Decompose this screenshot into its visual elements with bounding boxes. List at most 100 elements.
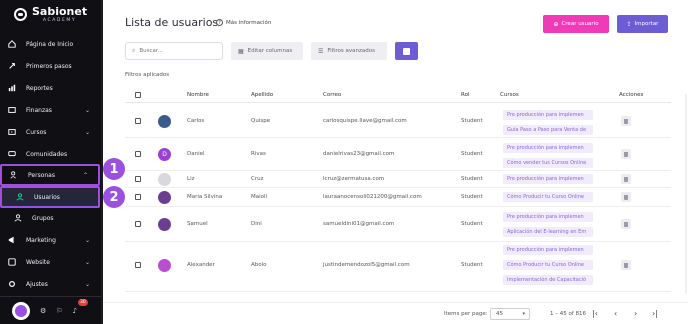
previous-page-button[interactable]: ‹ bbox=[614, 309, 617, 318]
column-header-rol[interactable]: Rol bbox=[461, 92, 469, 98]
course-tag: Pre producción para implemen bbox=[503, 174, 593, 184]
wallet-icon bbox=[8, 106, 16, 114]
bell-icon[interactable]: ♪ bbox=[73, 307, 77, 315]
sidebar-item-usuarios[interactable]: Usuarios bbox=[0, 186, 100, 208]
filter-icon: ☰ bbox=[318, 47, 324, 55]
import-button[interactable]: ⇪ Importar bbox=[617, 15, 668, 33]
edit-columns-label: Editar columnas bbox=[247, 48, 293, 54]
sidebar-item-reportes[interactable]: Reportes bbox=[0, 79, 100, 97]
column-header-cursos[interactable]: Cursos bbox=[500, 92, 519, 98]
settings-icon[interactable]: ⚙ bbox=[40, 307, 46, 315]
sidebar-item-label: Página de Inicio bbox=[26, 40, 74, 48]
more-info-link[interactable]: ? Más información bbox=[216, 19, 271, 26]
row-checkbox[interactable] bbox=[135, 262, 141, 268]
next-page-button[interactable]: › bbox=[634, 309, 637, 318]
help-icon[interactable]: ⚐ bbox=[56, 307, 62, 315]
cell-rol: Student bbox=[461, 262, 483, 268]
table-row[interactable]: D Daniel Rivas danielrivas23@gmail.com S… bbox=[125, 138, 671, 171]
account-avatar[interactable] bbox=[12, 301, 30, 320]
sidebar-item-cursos[interactable]: Cursos ⌄ bbox=[0, 123, 100, 141]
column-header-apellido[interactable]: Apellido bbox=[251, 92, 273, 98]
globe-icon bbox=[8, 258, 16, 266]
cell-correo: lauraanocensoli021200@gmail.com bbox=[323, 194, 422, 200]
sidebar-item-marketing[interactable]: Marketing ⌄ bbox=[0, 231, 100, 249]
table-row[interactable]: Carlos Quispe carlosquispe.llave@gmail.c… bbox=[125, 105, 671, 138]
sidebar-item-personas[interactable]: Personas ⌃ bbox=[0, 164, 100, 186]
create-user-button[interactable]: ⊕ Crear usuario bbox=[543, 15, 609, 33]
cell-rol: Student bbox=[461, 176, 483, 182]
column-header-nombre[interactable]: Nombre bbox=[187, 92, 209, 98]
column-header-acciones[interactable]: Acciones bbox=[619, 92, 643, 98]
rocket-icon bbox=[8, 62, 16, 70]
advanced-filters-label: Filtros avanzados bbox=[327, 48, 375, 54]
row-checkbox[interactable] bbox=[135, 194, 141, 200]
select-all-checkbox[interactable] bbox=[135, 92, 141, 98]
cell-nombre: Maria Silvina bbox=[187, 194, 223, 200]
table-scrollbar[interactable] bbox=[685, 94, 687, 294]
page-range: 1 – 45 of 816 bbox=[550, 311, 587, 317]
avatar: D bbox=[158, 148, 171, 161]
items-per-page-label: Items per page: bbox=[444, 311, 488, 317]
page-title: Lista de usuarios bbox=[125, 16, 219, 29]
delete-icon[interactable] bbox=[621, 219, 631, 229]
cell-correo: samueldini01@gmail.com bbox=[323, 221, 395, 227]
save-icon bbox=[403, 47, 410, 55]
sidebar-item-grupos[interactable]: Grupos bbox=[0, 209, 100, 227]
user-icon bbox=[16, 193, 24, 201]
save-filter-button[interactable] bbox=[395, 42, 418, 60]
course-tag: Cómo Producir tu Curso Online bbox=[503, 192, 593, 202]
last-page-button[interactable]: ›| bbox=[652, 309, 658, 318]
sidebar-item-label: Ajustes bbox=[26, 280, 48, 288]
sidebar-item-inicio[interactable]: Página de Inicio bbox=[0, 35, 100, 53]
search-input[interactable] bbox=[139, 48, 210, 54]
sidebar-item-ajustes[interactable]: Ajustes ⌄ bbox=[0, 275, 100, 293]
sidebar-item-label: Reportes bbox=[26, 84, 53, 92]
table-row[interactable]: Samuel Dini samueldini01@gmail.com Stude… bbox=[125, 207, 671, 242]
delete-icon[interactable] bbox=[621, 260, 631, 270]
delete-icon[interactable] bbox=[621, 149, 631, 159]
sidebar-item-primeros-pasos[interactable]: Primeros pasos bbox=[0, 57, 100, 75]
chevron-down-icon: ⌄ bbox=[84, 106, 90, 114]
sidebar-item-finanzas[interactable]: Finanzas ⌄ bbox=[0, 101, 100, 119]
cell-nombre: Liz bbox=[187, 176, 195, 182]
brand-name: Sabionet bbox=[32, 5, 88, 18]
avatar bbox=[158, 173, 171, 186]
chat-icon bbox=[8, 150, 16, 158]
avatar bbox=[158, 218, 171, 231]
column-header-correo[interactable]: Correo bbox=[323, 92, 341, 98]
cell-apellido: Rivas bbox=[251, 151, 266, 157]
chevron-down-icon: ⌄ bbox=[84, 280, 90, 288]
row-checkbox[interactable] bbox=[135, 118, 141, 124]
advanced-filters-button[interactable]: ☰ Filtros avanzados bbox=[311, 42, 387, 60]
delete-icon[interactable] bbox=[621, 116, 631, 126]
course-tag: Aplicación del E-learning en Em bbox=[503, 227, 593, 237]
sidebar-item-comunidades[interactable]: Comunidades bbox=[0, 145, 100, 163]
gear-icon bbox=[8, 280, 16, 288]
columns-icon: ▦ bbox=[238, 47, 244, 55]
table-row[interactable]: Alexander Abolo justindemendozol5@gmail.… bbox=[125, 242, 671, 292]
cell-apellido: Cruz bbox=[251, 176, 264, 182]
table-header: Nombre Apellido Correo Rol Cursos Accion… bbox=[125, 88, 671, 103]
row-checkbox[interactable] bbox=[135, 151, 141, 157]
row-checkbox[interactable] bbox=[135, 176, 141, 182]
cell-apellido: Abolo bbox=[251, 262, 267, 268]
delete-icon[interactable] bbox=[621, 174, 631, 184]
course-tag: Pre producción para implemen bbox=[503, 143, 593, 153]
items-per-page-select[interactable]: 45 ▾ bbox=[490, 308, 530, 320]
first-page-button[interactable]: |‹ bbox=[592, 309, 598, 318]
brand-logo[interactable]: Sabionet ACADEMY bbox=[14, 6, 87, 23]
edit-columns-button[interactable]: ▦ Editar columnas bbox=[231, 42, 303, 60]
table-row[interactable]: Maria Silvina Maiolí lauraanocensoli0212… bbox=[125, 188, 671, 207]
home-icon bbox=[8, 40, 16, 48]
sidebar-item-label: Usuarios bbox=[34, 193, 60, 201]
table-row[interactable]: Liz Cruz lcruz@zermatusa.com Student Pre… bbox=[125, 171, 671, 188]
search-box[interactable]: ⌕ bbox=[125, 42, 223, 60]
course-tag: Pre producción para implemen bbox=[503, 212, 593, 222]
filters-applied-label: Filtros aplicados bbox=[125, 72, 170, 78]
create-user-label: Crear usuario bbox=[561, 21, 599, 27]
sidebar-item-label: Comunidades bbox=[26, 150, 68, 158]
sidebar-item-website[interactable]: Website ⌄ bbox=[0, 253, 100, 271]
row-checkbox[interactable] bbox=[135, 221, 141, 227]
delete-icon[interactable] bbox=[621, 192, 631, 202]
help-circle-icon: ? bbox=[216, 19, 223, 26]
